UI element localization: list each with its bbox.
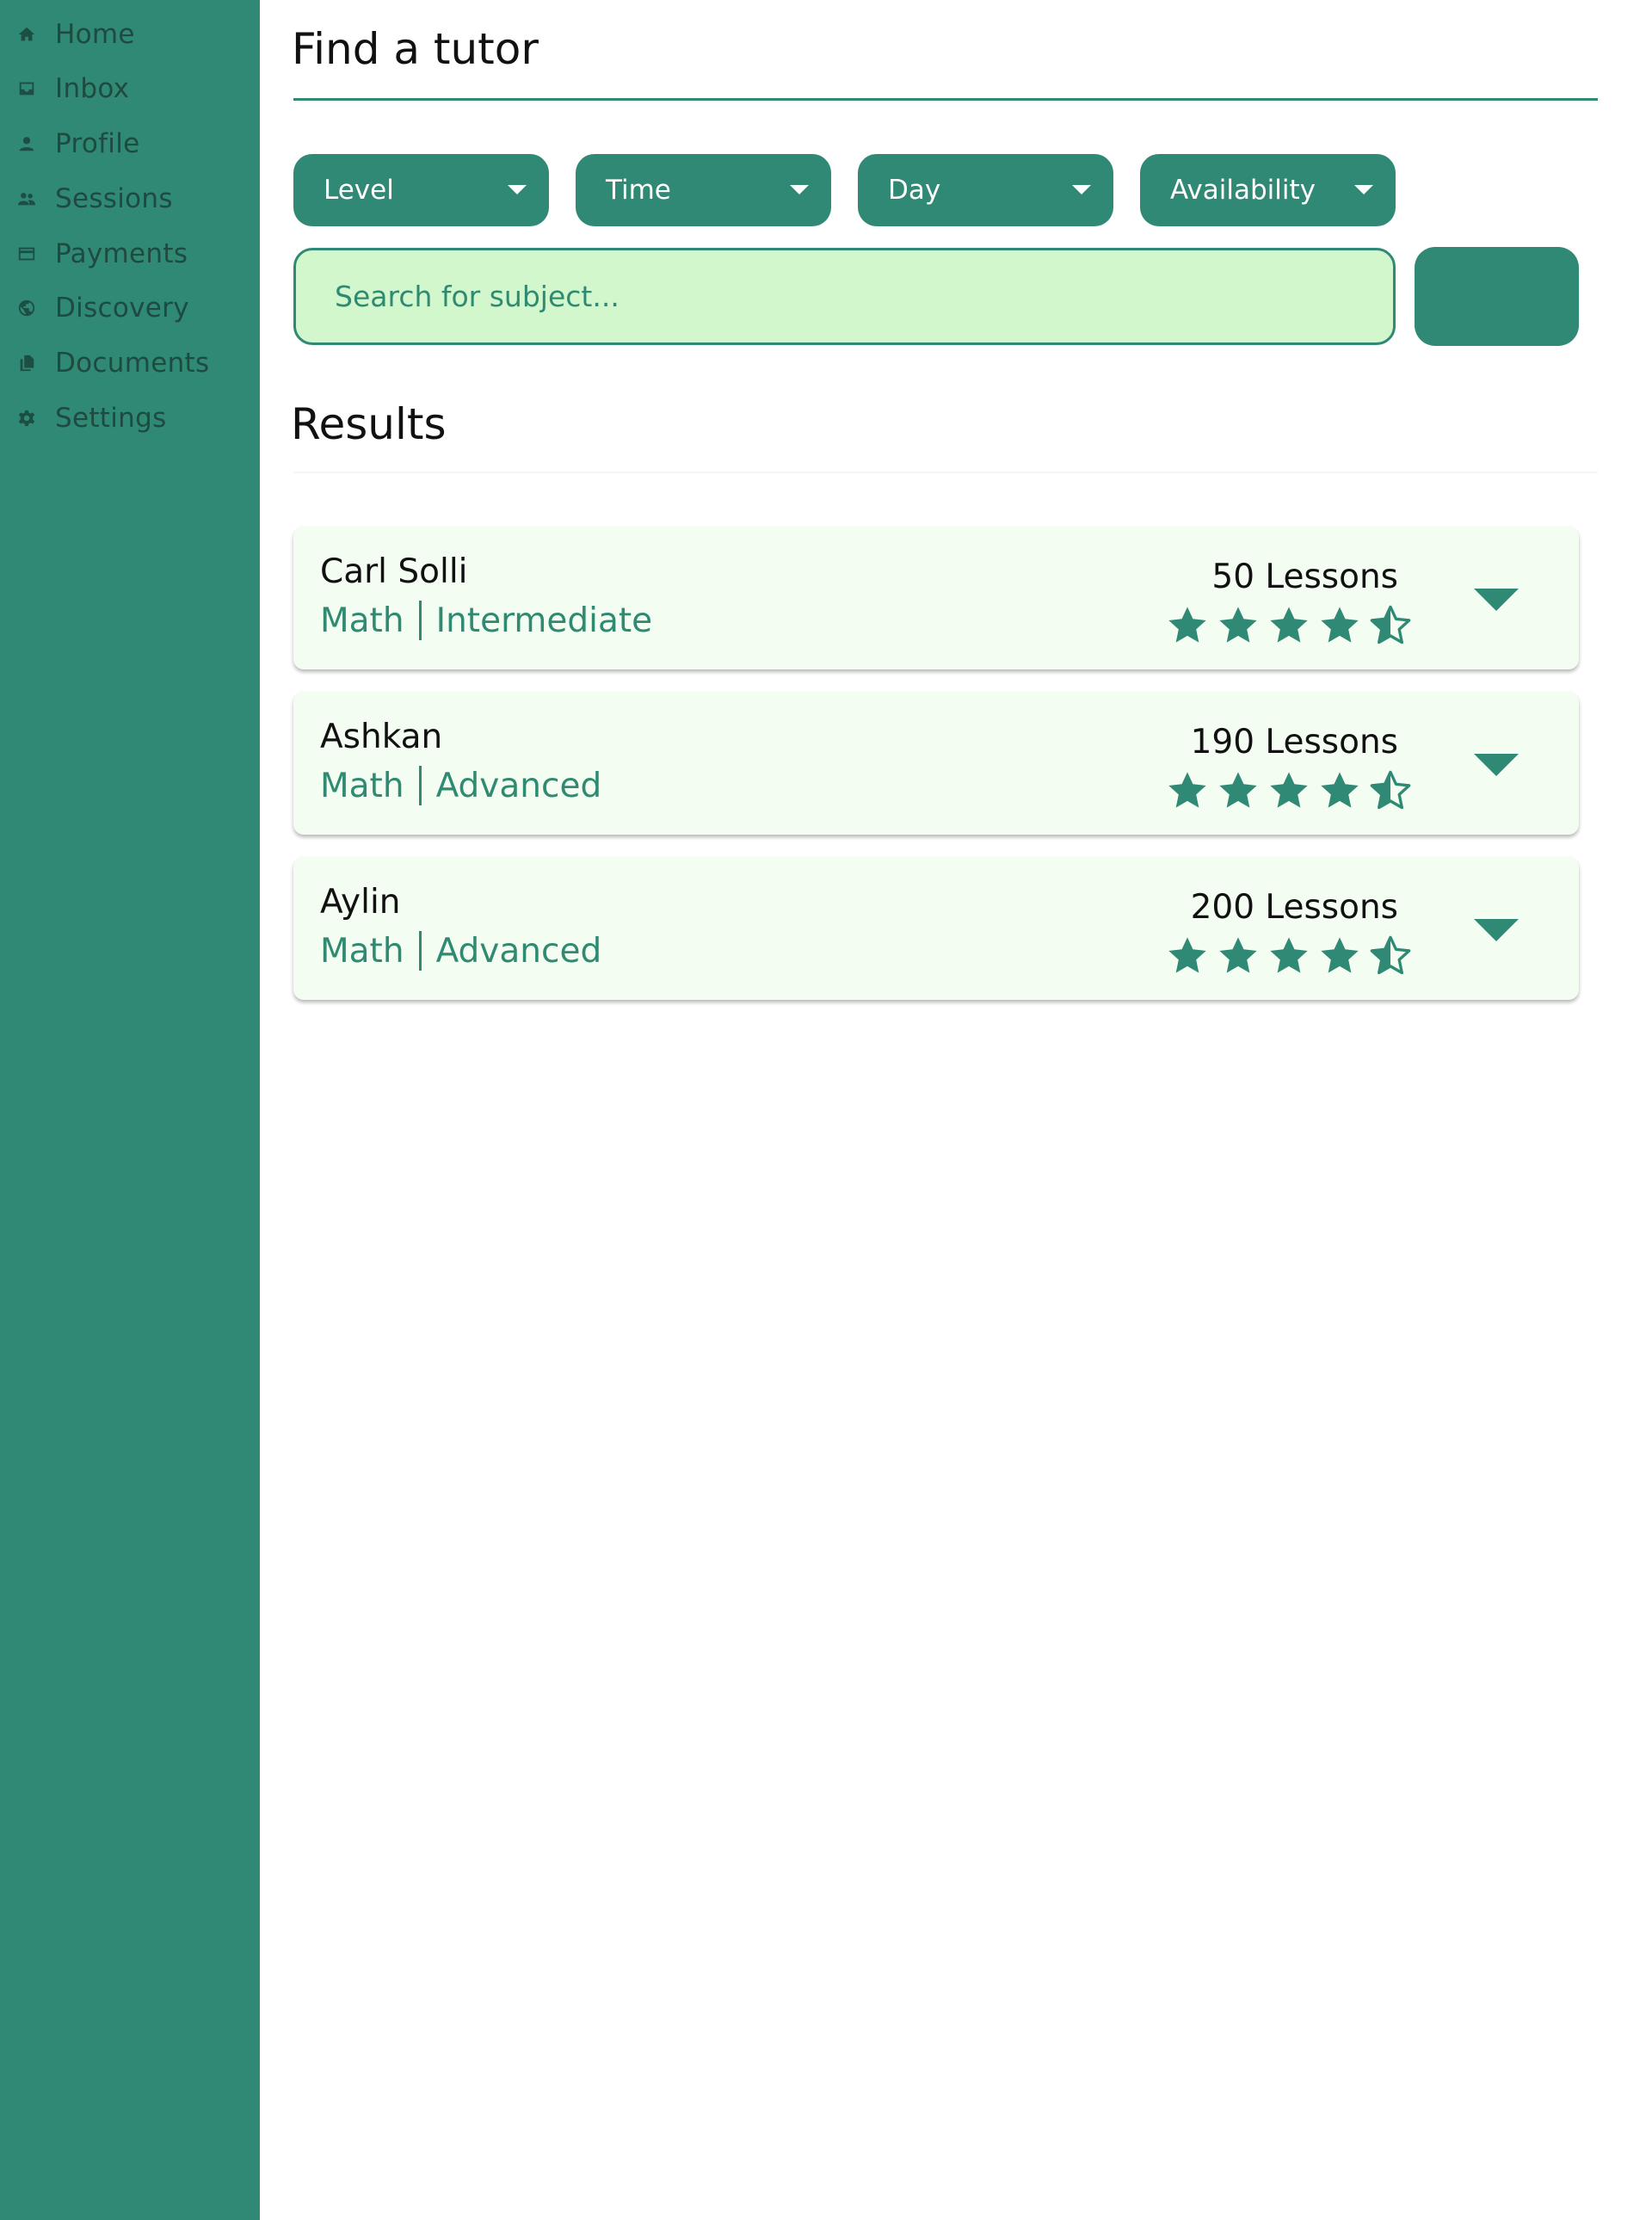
- gear-icon: [15, 407, 38, 429]
- tutor-card[interactable]: Carl Solli Math Intermediate 50 Lessons: [293, 527, 1579, 669]
- star-full-icon: [1166, 604, 1209, 647]
- caret-down-icon: [508, 185, 527, 194]
- tutor-name: Ashkan: [320, 718, 443, 756]
- sidebar-item-payments[interactable]: Payments: [0, 228, 260, 280]
- chevron-down-icon: [1474, 589, 1519, 611]
- star-full-icon: [1318, 604, 1361, 647]
- sidebar-item-documents[interactable]: Documents: [0, 337, 260, 389]
- title-divider: [293, 98, 1598, 101]
- page-title: Find a tutor: [292, 24, 539, 74]
- sidebar-item-profile[interactable]: Profile: [0, 118, 260, 170]
- star-full-icon: [1217, 934, 1260, 977]
- tutor-name: Aylin: [320, 883, 401, 922]
- star-half-icon: [1369, 604, 1412, 647]
- star-rating: [1166, 604, 1420, 647]
- time-dropdown-label: Time: [606, 175, 671, 206]
- home-icon: [15, 23, 38, 46]
- caret-down-icon: [1354, 185, 1373, 194]
- lesson-count: 190 Lessons: [1190, 723, 1398, 762]
- people-icon: [15, 188, 38, 210]
- star-full-icon: [1318, 934, 1361, 977]
- sidebar-item-label: Sessions: [55, 183, 173, 214]
- sidebar-item-label: Profile: [55, 128, 140, 159]
- meta-divider: [418, 766, 422, 805]
- time-dropdown[interactable]: Time: [576, 154, 831, 226]
- chevron-down-icon: [1474, 754, 1519, 776]
- tutor-subject: Math: [320, 601, 404, 640]
- level-dropdown[interactable]: Level: [293, 154, 549, 226]
- search-button[interactable]: [1415, 247, 1579, 346]
- sidebar-item-sessions[interactable]: Sessions: [0, 173, 260, 225]
- availability-dropdown[interactable]: Availability: [1140, 154, 1396, 226]
- sidebar-item-label: Discovery: [55, 293, 189, 324]
- star-full-icon: [1166, 769, 1209, 812]
- star-rating: [1166, 934, 1420, 977]
- sidebar-item-label: Documents: [55, 348, 210, 379]
- expand-button[interactable]: [1470, 585, 1522, 614]
- search-input[interactable]: [293, 248, 1396, 345]
- star-full-icon: [1217, 604, 1260, 647]
- lesson-count: 200 Lessons: [1190, 888, 1398, 927]
- sidebar-item-label: Home: [55, 19, 135, 50]
- meta-divider: [418, 931, 422, 971]
- chevron-down-icon: [1474, 919, 1519, 941]
- sidebar-item-home[interactable]: Home: [0, 9, 260, 60]
- tutor-level: Advanced: [435, 766, 602, 805]
- sidebar-item-discovery[interactable]: Discovery: [0, 282, 260, 334]
- tutor-level: Advanced: [435, 931, 602, 971]
- sidebar-item-label: Settings: [55, 403, 167, 434]
- caret-down-icon: [1072, 185, 1091, 194]
- sidebar: Home Inbox Profile Sessions Payments Dis…: [0, 0, 260, 2220]
- globe-icon: [15, 297, 38, 319]
- expand-button[interactable]: [1470, 750, 1522, 780]
- results-heading: Results: [291, 399, 447, 449]
- level-dropdown-label: Level: [324, 175, 394, 206]
- person-icon: [15, 133, 38, 155]
- sidebar-item-inbox[interactable]: Inbox: [0, 63, 260, 114]
- day-dropdown-label: Day: [888, 175, 941, 206]
- documents-icon: [15, 352, 38, 374]
- sidebar-item-settings[interactable]: Settings: [0, 392, 260, 444]
- star-half-icon: [1369, 769, 1412, 812]
- tutor-level: Intermediate: [435, 601, 653, 640]
- lesson-count: 50 Lessons: [1211, 558, 1398, 596]
- star-full-icon: [1267, 934, 1310, 977]
- tutor-meta: Math Intermediate: [320, 601, 652, 640]
- star-full-icon: [1267, 769, 1310, 812]
- star-full-icon: [1267, 604, 1310, 647]
- sidebar-item-label: Inbox: [55, 73, 130, 104]
- tutor-subject: Math: [320, 931, 404, 971]
- star-full-icon: [1166, 934, 1209, 977]
- tutor-card[interactable]: Aylin Math Advanced 200 Lessons: [293, 857, 1579, 1000]
- day-dropdown[interactable]: Day: [858, 154, 1113, 226]
- star-half-icon: [1369, 934, 1412, 977]
- star-full-icon: [1318, 769, 1361, 812]
- star-full-icon: [1217, 769, 1260, 812]
- inbox-icon: [15, 77, 38, 100]
- tutor-card[interactable]: Ashkan Math Advanced 190 Lessons: [293, 692, 1579, 835]
- meta-divider: [418, 601, 422, 640]
- star-rating: [1166, 769, 1420, 812]
- results-divider: [293, 472, 1598, 473]
- tutor-meta: Math Advanced: [320, 766, 601, 805]
- tutor-meta: Math Advanced: [320, 931, 601, 971]
- expand-button[interactable]: [1470, 916, 1522, 945]
- sidebar-item-label: Payments: [55, 238, 188, 269]
- app-root: Home Inbox Profile Sessions Payments Dis…: [0, 0, 1652, 2220]
- credit-card-icon: [15, 243, 38, 265]
- caret-down-icon: [790, 185, 809, 194]
- tutor-name: Carl Solli: [320, 552, 468, 591]
- availability-dropdown-label: Availability: [1170, 175, 1316, 206]
- tutor-subject: Math: [320, 766, 404, 805]
